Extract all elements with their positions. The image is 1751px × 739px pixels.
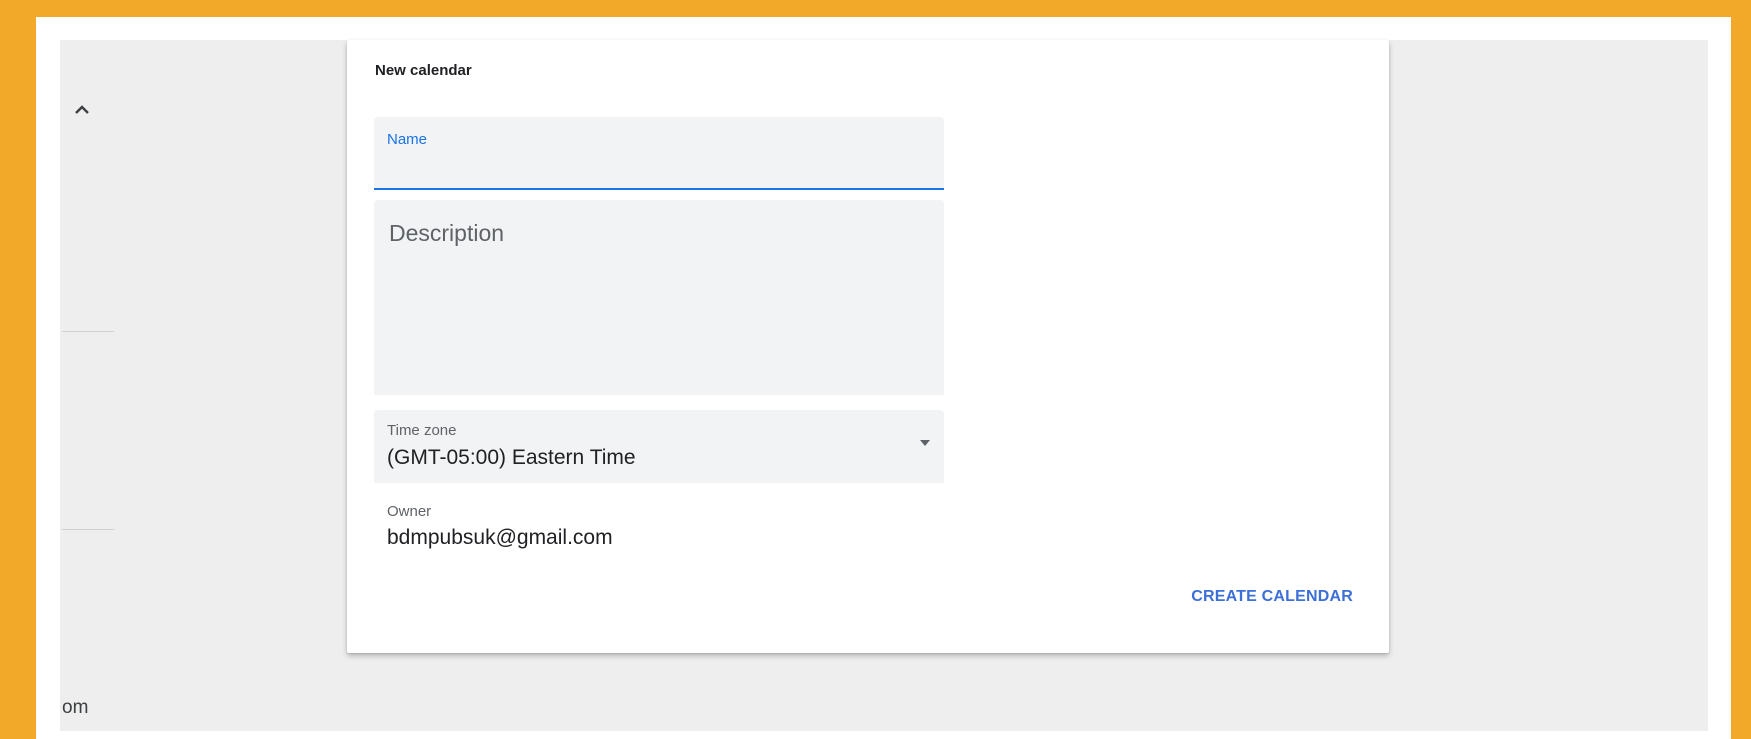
owner-label: Owner: [387, 503, 432, 520]
name-input[interactable]: [387, 155, 931, 181]
new-calendar-dialog: New calendar Name Time zone (GMT-05:00) …: [347, 40, 1389, 653]
timezone-label: Time zone: [387, 422, 457, 439]
chevron-up-icon[interactable]: [72, 100, 92, 120]
name-label: Name: [387, 131, 428, 148]
left-divider: [62, 529, 114, 530]
left-divider: [62, 331, 114, 332]
description-input[interactable]: [387, 218, 931, 387]
description-field[interactable]: [374, 200, 944, 395]
dropdown-arrow-icon[interactable]: [920, 440, 930, 446]
create-calendar-button[interactable]: CREATE CALENDAR: [1179, 579, 1365, 615]
timezone-value: (GMT-05:00) Eastern Time: [387, 446, 636, 469]
timezone-select[interactable]: Time zone (GMT-05:00) Eastern Time: [374, 410, 944, 483]
dialog-title: New calendar: [375, 62, 472, 79]
owner-value: bdmpubsuk@gmail.com: [387, 526, 613, 549]
left-truncated-text: om: [62, 697, 89, 718]
name-field[interactable]: Name: [374, 117, 944, 190]
